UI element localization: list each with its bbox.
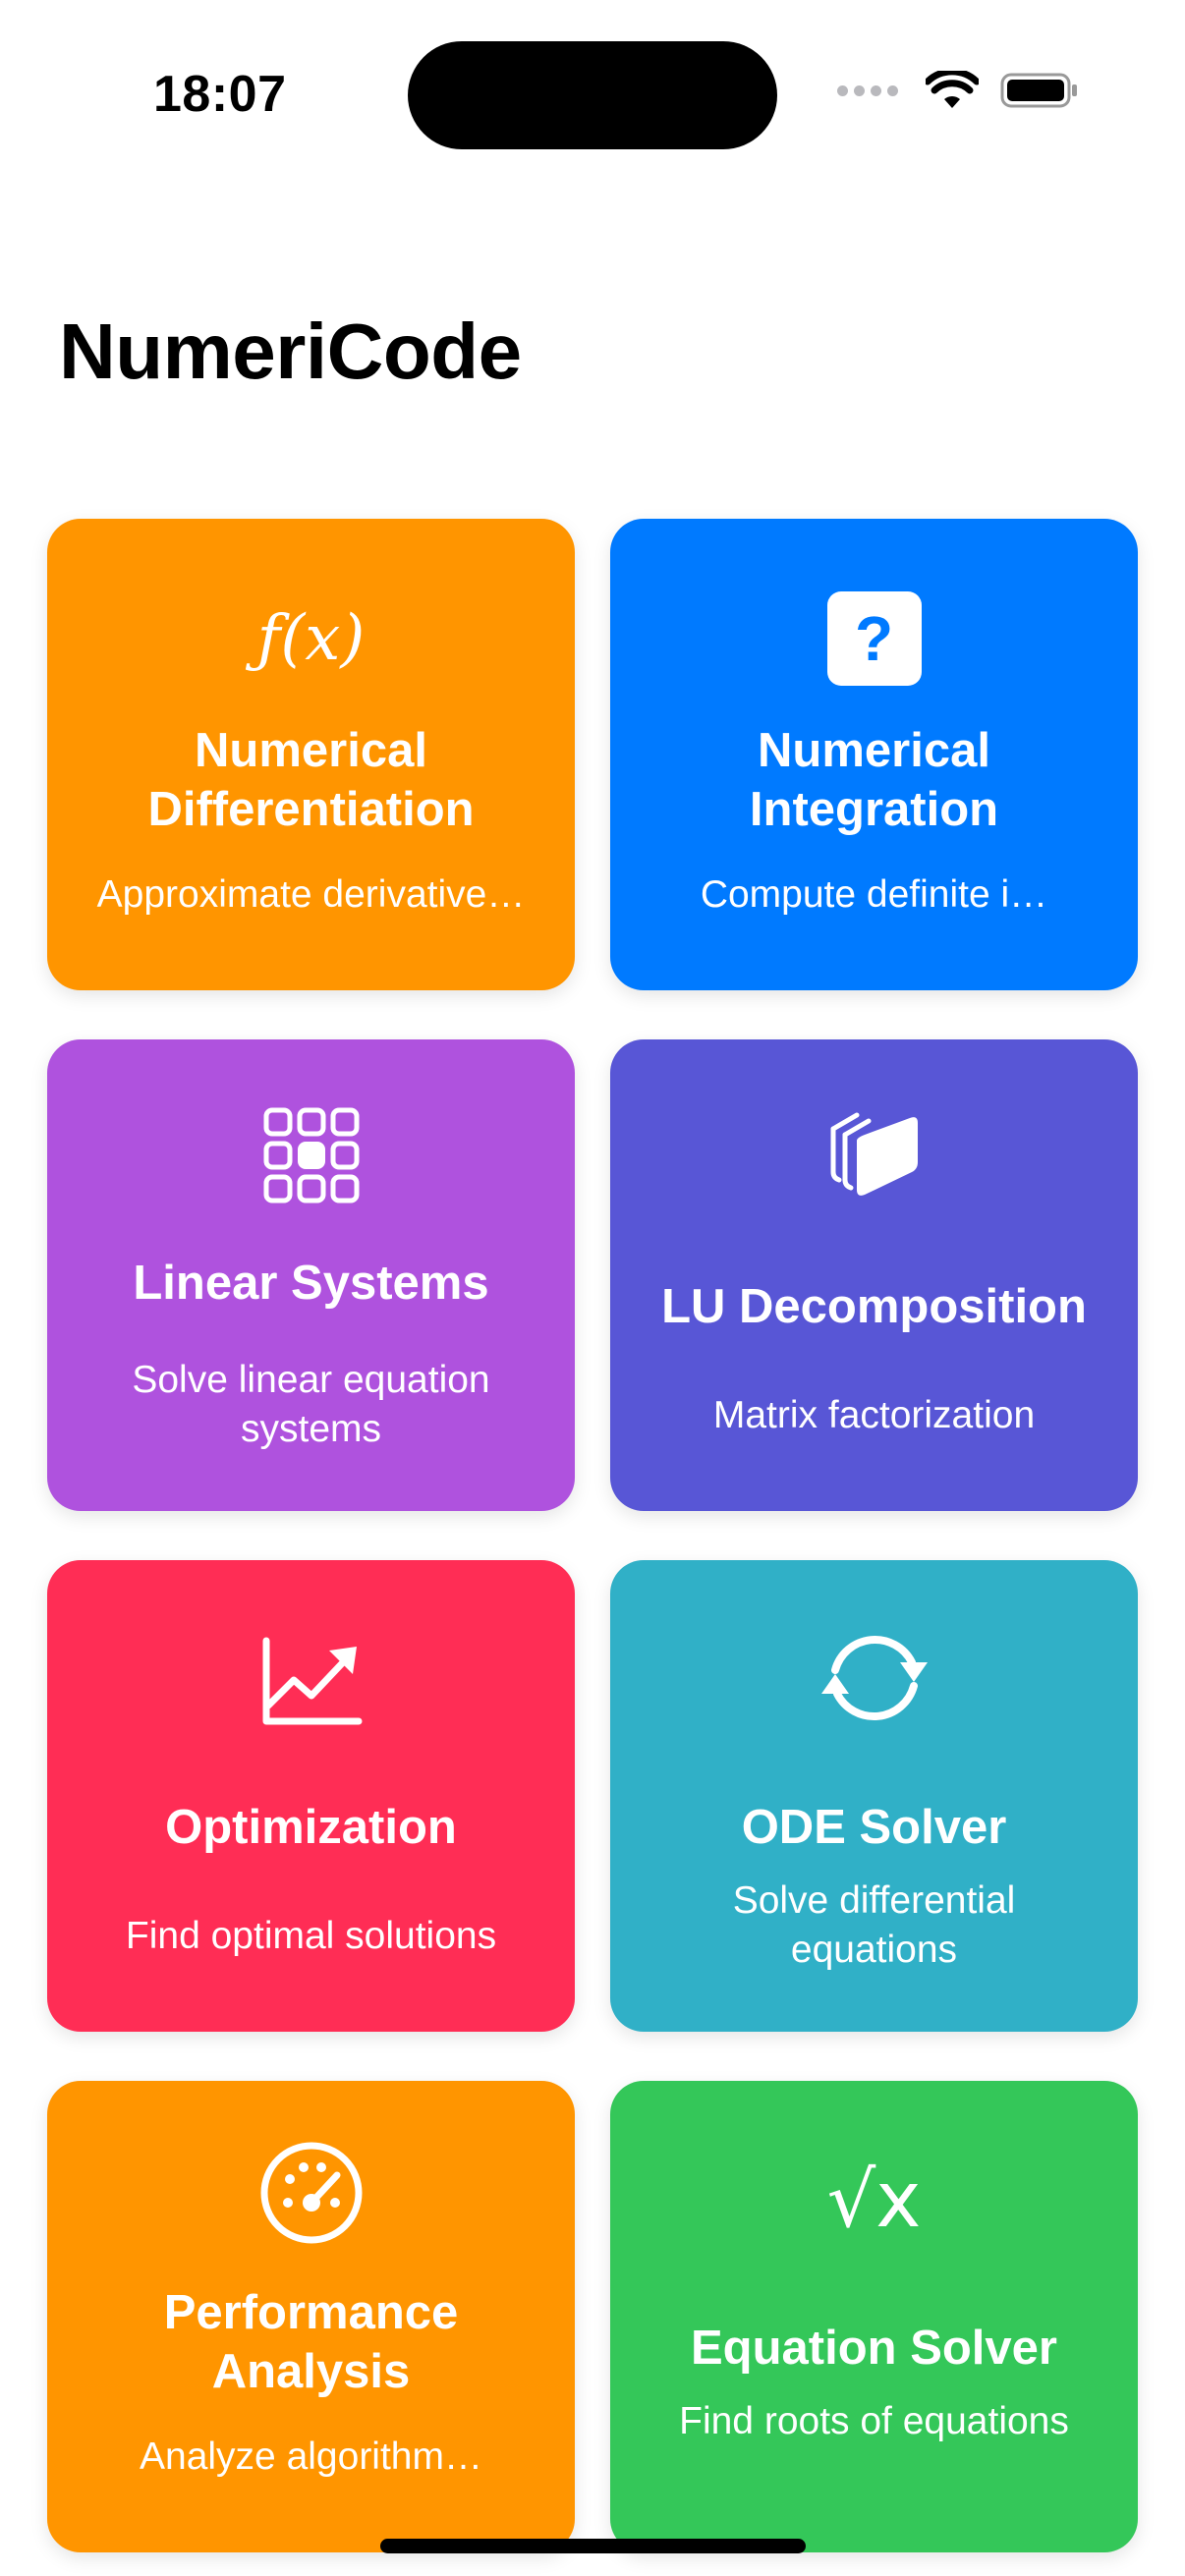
card-subtitle: Find roots of equations — [679, 2400, 1069, 2442]
cellular-signal-icon — [837, 84, 898, 96]
card-numerical-differentiation[interactable]: ƒ(x) Numerical Differentiation Approxima… — [47, 519, 575, 990]
wifi-icon — [926, 71, 979, 108]
circular-arrows-icon — [610, 1627, 1138, 1729]
square-root-icon: √x — [826, 2156, 922, 2245]
card-performance-analysis[interactable]: Performance Analysis Analyze algorithm… — [47, 2081, 575, 2552]
card-title: Linear Systems — [133, 1257, 489, 1310]
card-linear-systems[interactable]: Linear Systems Solve linear equation sys… — [47, 1039, 575, 1511]
card-subtitle: Analyze algorithm… — [140, 2436, 482, 2478]
dynamic-island — [408, 41, 777, 149]
function-icon: ƒ(x) — [256, 602, 366, 675]
card-title: Optimization — [165, 1801, 457, 1854]
card-title: Performance Analysis — [163, 2286, 459, 2398]
page-title: NumeriCode — [59, 308, 522, 395]
gauge-icon — [47, 2142, 575, 2244]
feature-grid: ƒ(x) Numerical Differentiation Approxima… — [47, 519, 1138, 2552]
battery-icon — [1000, 73, 1077, 108]
home-indicator[interactable] — [380, 2539, 806, 2553]
card-title: Numerical Differentiation — [147, 724, 475, 836]
card-lu-decomposition[interactable]: LU Decomposition Matrix factorization — [610, 1039, 1138, 1511]
card-subtitle: Solve differential equations — [732, 1879, 1016, 1971]
card-subtitle: Compute definite i… — [700, 873, 1048, 916]
card-subtitle: Solve linear equation systems — [132, 1359, 490, 1450]
question-square-icon: ? — [610, 588, 1138, 690]
status-time: 18:07 — [153, 66, 287, 123]
card-subtitle: Matrix factorization — [712, 1394, 1036, 1436]
card-numerical-integration[interactable]: ? Numerical Integration Compute definite… — [610, 519, 1138, 990]
card-subtitle: Approximate derivative… — [96, 873, 526, 916]
card-title: Equation Solver — [690, 2322, 1057, 2375]
card-title: Numerical Integration — [749, 724, 999, 836]
card-subtitle: Find optimal solutions — [125, 1915, 497, 1957]
status-bar: 18:07 — [0, 0, 1185, 196]
chart-trend-up-icon — [47, 1631, 575, 1733]
status-indicators — [837, 71, 1079, 110]
grid-3x3-icon — [47, 1104, 575, 1206]
card-ode-solver[interactable]: ODE Solver Solve differential equations — [610, 1560, 1138, 2032]
stacked-squares-icon — [610, 1104, 1138, 1206]
card-title: ODE Solver — [741, 1801, 1007, 1854]
card-optimization[interactable]: Optimization Find optimal solutions — [47, 1560, 575, 2032]
card-equation-solver[interactable]: √x Equation Solver Find roots of equatio… — [610, 2081, 1138, 2552]
card-title: LU Decomposition — [661, 1280, 1087, 1333]
